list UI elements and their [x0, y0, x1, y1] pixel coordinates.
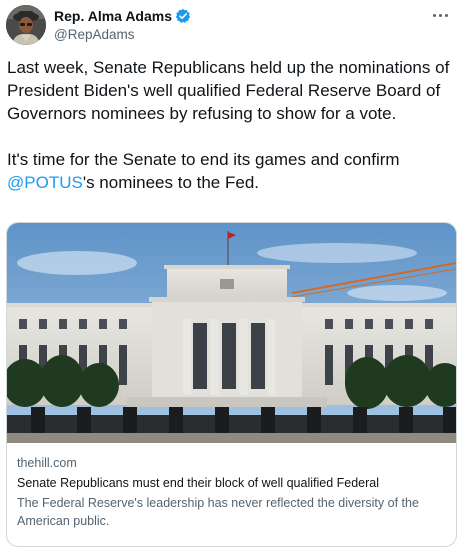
verified-badge-icon — [175, 8, 191, 24]
federal-reserve-building-photo[interactable] — [7, 223, 456, 443]
tweet-text-segment: 's nominees to the Fed. — [82, 173, 260, 192]
author-info: Rep. Alma Adams @RepAdams — [54, 7, 191, 42]
tweet-text-segment: It's time for the Senate to end its game… — [7, 150, 400, 169]
card-description: The Federal Reserve's leadership has nev… — [17, 496, 419, 528]
more-options-button[interactable] — [428, 5, 452, 25]
tweet-paragraph: It's time for the Senate to end its game… — [7, 148, 459, 194]
mention-link[interactable]: @POTUS — [7, 173, 83, 192]
tweet-header: Rep. Alma Adams @RepAdams — [6, 5, 458, 45]
more-dot-icon — [432, 13, 436, 17]
avatar[interactable] — [6, 5, 46, 45]
card-meta: thehill.com Senate Republicans must end … — [17, 455, 447, 530]
name-row: Rep. Alma Adams — [54, 7, 191, 25]
tweet-text: Last week, Senate Republicans held up th… — [7, 56, 459, 194]
tweet-paragraph: Last week, Senate Republicans held up th… — [7, 58, 450, 123]
profile-photo — [6, 5, 46, 45]
more-dot-icon — [444, 13, 448, 17]
user-handle[interactable]: @RepAdams — [54, 27, 191, 42]
card-domain: thehill.com — [17, 456, 77, 470]
tweet[interactable]: Rep. Alma Adams @RepAdams Last week, Sen… — [0, 0, 463, 550]
more-dot-icon — [438, 13, 442, 17]
display-name[interactable]: Rep. Alma Adams — [54, 8, 172, 24]
card-title[interactable]: Senate Republicans must end their block … — [17, 475, 447, 492]
link-card[interactable]: thehill.com Senate Republicans must end … — [6, 222, 457, 547]
